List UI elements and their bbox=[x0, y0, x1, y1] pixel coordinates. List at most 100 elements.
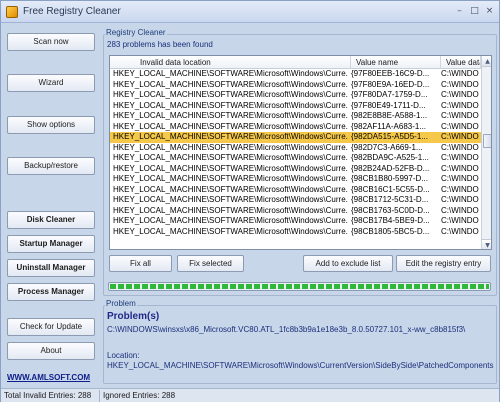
table-row[interactable]: HKEY_LOCAL_MACHINE\SOFTWARE\Microsoft\Wi… bbox=[110, 174, 481, 185]
cell-value-data: C:\WINDO bbox=[441, 205, 479, 215]
cell-value-data: C:\WINDO bbox=[441, 111, 479, 120]
table-row[interactable]: HKEY_LOCAL_MACHINE\SOFTWARE\Microsoft\Wi… bbox=[110, 132, 481, 143]
cell-value-data: C:\WINDO bbox=[441, 69, 479, 78]
cell-value-name: {982B24AD-52FB-D... bbox=[351, 163, 430, 173]
website-link[interactable]: WWW.AMLSOFT.COM bbox=[7, 373, 97, 382]
scrollbar-thumb[interactable] bbox=[483, 134, 491, 148]
table-row[interactable]: HKEY_LOCAL_MACHINE\SOFTWARE\Microsoft\Wi… bbox=[110, 185, 481, 196]
cell-invalid-location: HKEY_LOCAL_MACHINE\SOFTWARE\Microsoft\Wi… bbox=[113, 90, 348, 99]
backup-restore-button[interactable]: Backup/restore bbox=[7, 157, 95, 175]
cell-invalid-location: HKEY_LOCAL_MACHINE\SOFTWARE\Microsoft\Wi… bbox=[113, 121, 348, 131]
about-button[interactable]: About bbox=[7, 342, 95, 360]
cell-value-name: {982E8B8E-A588-1... bbox=[351, 111, 428, 120]
minimize-icon[interactable]: – bbox=[453, 5, 466, 18]
table-row[interactable]: HKEY_LOCAL_MACHINE\SOFTWARE\Microsoft\Wi… bbox=[110, 164, 481, 175]
table-row[interactable]: HKEY_LOCAL_MACHINE\SOFTWARE\Microsoft\Wi… bbox=[110, 216, 481, 227]
cell-invalid-location: HKEY_LOCAL_MACHINE\SOFTWARE\Microsoft\Wi… bbox=[113, 100, 348, 110]
table-row[interactable]: HKEY_LOCAL_MACHINE\SOFTWARE\Microsoft\Wi… bbox=[110, 69, 481, 80]
total-invalid-entries: Total Invalid Entries: 288 bbox=[1, 390, 100, 402]
cell-value-data: C:\WINDO bbox=[441, 153, 479, 162]
cell-value-data: C:\WINDO bbox=[441, 121, 479, 131]
edit-registry-entry-button[interactable]: Edit the registry entry bbox=[396, 255, 491, 272]
cell-value-name: {98CB16C1-5C55-D... bbox=[351, 184, 430, 194]
uninstall-manager-button[interactable]: Uninstall Manager bbox=[7, 259, 95, 277]
cell-invalid-location: HKEY_LOCAL_MACHINE\SOFTWARE\Microsoft\Wi… bbox=[113, 79, 348, 89]
cell-value-data: C:\WINDO bbox=[441, 184, 479, 194]
table-row[interactable]: HKEY_LOCAL_MACHINE\SOFTWARE\Microsoft\Wi… bbox=[110, 227, 481, 238]
table-row[interactable]: HKEY_LOCAL_MACHINE\SOFTWARE\Microsoft\Wi… bbox=[110, 90, 481, 101]
cell-value-name: {97F80E9A-16ED-D... bbox=[351, 79, 430, 89]
cell-value-name: {98CB1763-5C0D-D... bbox=[351, 205, 430, 215]
cell-value-name: {982D7C3-A669-1... bbox=[351, 142, 423, 152]
cell-value-data: C:\WINDO bbox=[441, 79, 479, 89]
add-to-exclude-list-button[interactable]: Add to exclude list bbox=[303, 255, 393, 272]
cell-invalid-location: HKEY_LOCAL_MACHINE\SOFTWARE\Microsoft\Wi… bbox=[113, 153, 348, 162]
cell-value-name: {982AF11A-A683-1... bbox=[351, 121, 427, 131]
cell-invalid-location: HKEY_LOCAL_MACHINE\SOFTWARE\Microsoft\Wi… bbox=[113, 184, 348, 194]
cell-value-data: C:\WINDO bbox=[441, 195, 479, 204]
cell-invalid-location: HKEY_LOCAL_MACHINE\SOFTWARE\Microsoft\Wi… bbox=[113, 69, 348, 78]
table-row[interactable]: HKEY_LOCAL_MACHINE\SOFTWARE\Microsoft\Wi… bbox=[110, 101, 481, 112]
cell-value-name: {982DA515-A5D5-1... bbox=[351, 132, 428, 141]
status-bar: Total Invalid Entries: 288 Ignored Entri… bbox=[1, 388, 499, 402]
fix-all-button[interactable]: Fix all bbox=[109, 255, 172, 272]
title-bar[interactable]: Free Registry Cleaner – □ × bbox=[1, 1, 499, 23]
close-icon[interactable]: × bbox=[483, 5, 496, 18]
table-row[interactable]: HKEY_LOCAL_MACHINE\SOFTWARE\Microsoft\Wi… bbox=[110, 122, 481, 133]
problems-found-summary: 283 problems has been found bbox=[107, 40, 213, 49]
process-manager-button[interactable]: Process Manager bbox=[7, 283, 95, 301]
scroll-down-icon[interactable]: ▼ bbox=[482, 239, 491, 249]
scan-now-button[interactable]: Scan now bbox=[7, 33, 95, 51]
disk-cleaner-button[interactable]: Disk Cleaner bbox=[7, 211, 95, 229]
vertical-scrollbar[interactable]: ▲ ▼ bbox=[481, 56, 491, 249]
fix-selected-button[interactable]: Fix selected bbox=[177, 255, 244, 272]
results-table[interactable]: Invalid data location Value name Value d… bbox=[109, 55, 492, 250]
table-row[interactable]: HKEY_LOCAL_MACHINE\SOFTWARE\Microsoft\Wi… bbox=[110, 195, 481, 206]
cell-value-name: {98CB17B4-5BE9-D... bbox=[351, 216, 430, 225]
cell-value-name: {97F80EEB-16C9-D... bbox=[351, 69, 430, 78]
cell-value-data: C:\WINDO bbox=[441, 216, 479, 225]
table-body: HKEY_LOCAL_MACHINE\SOFTWARE\Microsoft\Wi… bbox=[110, 69, 481, 249]
wizard-button[interactable]: Wizard bbox=[7, 74, 95, 92]
cell-value-name: {98CB1B80-5997-D... bbox=[351, 174, 428, 183]
cell-value-data: C:\WINDO bbox=[441, 174, 479, 183]
table-row[interactable]: HKEY_LOCAL_MACHINE\SOFTWARE\Microsoft\Wi… bbox=[110, 206, 481, 217]
table-row[interactable]: HKEY_LOCAL_MACHINE\SOFTWARE\Microsoft\Wi… bbox=[110, 111, 481, 122]
cell-value-data: C:\WINDO bbox=[441, 90, 479, 99]
cell-value-data: C:\WINDO bbox=[441, 100, 479, 110]
scroll-up-icon[interactable]: ▲ bbox=[482, 56, 491, 67]
app-icon bbox=[6, 6, 18, 18]
cell-value-data: C:\WINDO bbox=[441, 142, 479, 152]
progress-fill bbox=[110, 284, 489, 289]
cell-invalid-location: HKEY_LOCAL_MACHINE\SOFTWARE\Microsoft\Wi… bbox=[113, 132, 348, 141]
cell-invalid-location: HKEY_LOCAL_MACHINE\SOFTWARE\Microsoft\Wi… bbox=[113, 163, 348, 173]
table-header: Invalid data location Value name Value d… bbox=[110, 56, 481, 69]
show-options-button[interactable]: Show options bbox=[7, 116, 95, 134]
column-header-invalid-location[interactable]: Invalid data location bbox=[110, 56, 351, 69]
maximize-icon[interactable]: □ bbox=[468, 5, 481, 18]
cell-invalid-location: HKEY_LOCAL_MACHINE\SOFTWARE\Microsoft\Wi… bbox=[113, 195, 348, 204]
problem-path: C:\WINDOWS\winsxs\x86_Microsoft.VC80.ATL… bbox=[107, 325, 466, 334]
app-window: Free Registry Cleaner – □ × Scan now Wiz… bbox=[0, 0, 500, 402]
cell-invalid-location: HKEY_LOCAL_MACHINE\SOFTWARE\Microsoft\Wi… bbox=[113, 174, 348, 183]
table-row[interactable]: HKEY_LOCAL_MACHINE\SOFTWARE\Microsoft\Wi… bbox=[110, 80, 481, 91]
location-path: HKEY_LOCAL_MACHINE\SOFTWARE\Microsoft\Wi… bbox=[107, 361, 494, 370]
table-row[interactable]: HKEY_LOCAL_MACHINE\SOFTWARE\Microsoft\Wi… bbox=[110, 143, 481, 154]
startup-manager-button[interactable]: Startup Manager bbox=[7, 235, 95, 253]
registry-cleaner-title: Registry Cleaner bbox=[105, 28, 167, 37]
problem-group bbox=[103, 305, 497, 384]
cell-value-name: {98CB1805-5BC5-D... bbox=[351, 226, 430, 236]
cell-value-name: {98CB1712-5C31-D... bbox=[351, 195, 429, 204]
column-header-value-data[interactable]: Value data bbox=[441, 56, 481, 69]
scan-progress-bar bbox=[108, 282, 491, 291]
cell-invalid-location: HKEY_LOCAL_MACHINE\SOFTWARE\Microsoft\Wi… bbox=[113, 216, 348, 225]
problem-heading: Problem(s) bbox=[107, 311, 160, 322]
cell-value-name: {982BDA9C-A525-1... bbox=[351, 153, 429, 162]
cell-value-data: C:\WINDO bbox=[441, 163, 479, 173]
cell-invalid-location: HKEY_LOCAL_MACHINE\SOFTWARE\Microsoft\Wi… bbox=[113, 111, 348, 120]
column-header-value-name[interactable]: Value name bbox=[351, 56, 441, 69]
table-row[interactable]: HKEY_LOCAL_MACHINE\SOFTWARE\Microsoft\Wi… bbox=[110, 153, 481, 164]
cell-value-name: {97F80DA7-1759-D... bbox=[351, 90, 428, 99]
window-title: Free Registry Cleaner bbox=[23, 6, 121, 17]
check-for-update-button[interactable]: Check for Update bbox=[7, 318, 95, 336]
